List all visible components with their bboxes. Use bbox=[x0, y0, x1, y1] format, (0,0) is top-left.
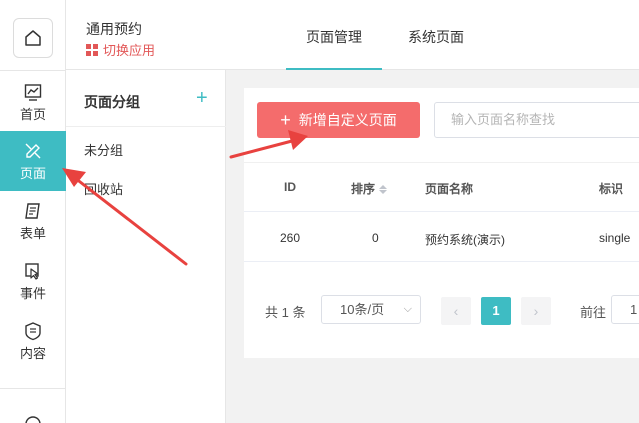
column-header-page-name: 页面名称 bbox=[425, 182, 474, 196]
rail-item-home[interactable]: 首页 bbox=[0, 72, 66, 132]
chart-icon bbox=[24, 83, 42, 101]
pagination-total: 共 1 条 bbox=[265, 305, 306, 320]
apps-grid-icon bbox=[86, 43, 98, 56]
chevron-down-icon: ⌵ bbox=[403, 303, 412, 315]
home-button[interactable] bbox=[13, 18, 53, 58]
plus-icon: + bbox=[280, 110, 291, 130]
top-header: 通用预约 切换应用 页面管理 系统页面 bbox=[66, 0, 639, 70]
column-header-flag: 标识 bbox=[599, 182, 624, 196]
prev-page-button[interactable]: ‹ bbox=[441, 297, 471, 325]
rail-item-event[interactable]: 事件 bbox=[0, 251, 66, 311]
home-icon bbox=[25, 30, 41, 46]
goto-label: 前往 bbox=[580, 305, 607, 320]
more-icon[interactable] bbox=[23, 414, 43, 423]
switch-app-link[interactable]: 切换应用 bbox=[86, 40, 155, 59]
table-row-divider bbox=[244, 261, 639, 262]
group-item-ungrouped[interactable]: 未分组 bbox=[84, 140, 123, 159]
cell-sort: 0 bbox=[372, 231, 379, 245]
tab-system-pages[interactable]: 系统页面 bbox=[388, 0, 484, 70]
column-header-id[interactable]: ID bbox=[284, 180, 296, 194]
page-list-card: + 新增自定义页面 输入页面名称查找 ID 排序 页面名称 标识 260 0 预… bbox=[244, 88, 639, 358]
rail-item-content[interactable]: 内容 bbox=[0, 311, 66, 371]
rail-item-form[interactable]: 表单 bbox=[0, 191, 66, 251]
event-icon bbox=[25, 262, 39, 280]
page-edit-icon bbox=[25, 143, 41, 158]
rail-divider bbox=[0, 388, 66, 389]
tab-page-management[interactable]: 页面管理 bbox=[286, 0, 382, 70]
add-custom-page-label: 新增自定义页面 bbox=[298, 112, 397, 128]
form-icon bbox=[25, 202, 40, 219]
rail-item-page[interactable]: 页面 bbox=[0, 131, 66, 191]
cell-id: 260 bbox=[280, 231, 301, 245]
groups-divider bbox=[66, 126, 226, 127]
add-group-button[interactable]: + bbox=[196, 88, 208, 108]
current-page-button[interactable]: 1 bbox=[481, 297, 511, 325]
next-page-button[interactable]: › bbox=[521, 297, 551, 325]
app-name: 通用预约 bbox=[86, 21, 142, 37]
sort-caret-icon[interactable] bbox=[379, 185, 388, 195]
rail-item-label: 表单 bbox=[19, 225, 46, 241]
column-header-sort[interactable]: 排序 bbox=[351, 180, 388, 197]
page-search-input[interactable]: 输入页面名称查找 bbox=[434, 102, 639, 138]
goto-page-input[interactable]: 1 bbox=[611, 295, 639, 324]
rail-item-label: 事件 bbox=[19, 285, 46, 301]
page-size-select[interactable]: 10条/页 ⌵ bbox=[321, 295, 421, 324]
switch-app-label: 切换应用 bbox=[103, 43, 156, 58]
groups-title: 页面分组 bbox=[84, 94, 140, 110]
rail-item-label: 页面 bbox=[19, 165, 46, 181]
cell-page-name[interactable]: 预约系统(演示) bbox=[425, 231, 505, 248]
rail-item-label: 首页 bbox=[19, 106, 46, 122]
add-custom-page-button[interactable]: + 新增自定义页面 bbox=[257, 102, 420, 138]
group-item-recycle-bin[interactable]: 回收站 bbox=[84, 179, 123, 198]
content-icon bbox=[25, 321, 41, 340]
cell-flag: single bbox=[599, 231, 631, 245]
page-groups-panel: 页面分组 + 未分组 回收站 bbox=[66, 70, 226, 423]
left-nav-rail: 首页 页面 表单 事件 内容 bbox=[0, 0, 66, 423]
rail-item-label: 内容 bbox=[19, 345, 46, 361]
rail-divider bbox=[0, 70, 66, 71]
